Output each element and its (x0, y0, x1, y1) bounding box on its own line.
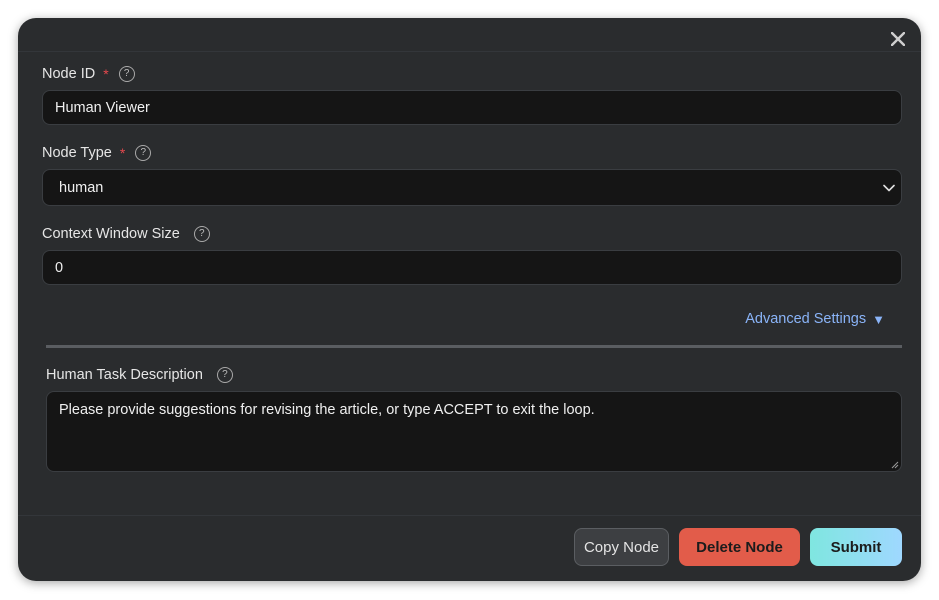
advanced-settings-label: Advanced Settings (745, 311, 867, 327)
help-icon[interactable]: ? (193, 226, 210, 242)
context-window-label: Context Window Size ? (42, 226, 210, 242)
close-button[interactable] (887, 28, 909, 50)
resize-grip-icon[interactable] (891, 461, 899, 469)
required-marker: * (103, 66, 109, 82)
node-id-label: Node ID * ? (42, 66, 135, 82)
node-id-value: Human Viewer (55, 99, 150, 116)
copy-node-button[interactable]: Copy Node (574, 528, 669, 566)
triangle-down-icon: ▼ (872, 311, 885, 327)
node-type-label: Node Type * ? (42, 145, 152, 161)
help-icon[interactable]: ? (135, 145, 152, 161)
human-task-textarea[interactable]: Please provide suggestions for revising … (46, 391, 902, 472)
help-icon[interactable]: ? (118, 66, 135, 82)
human-task-label-text: Human Task Description (46, 367, 203, 383)
context-window-label-text: Context Window Size (42, 226, 180, 242)
dialog-footer: Copy Node Delete Node Submit (18, 515, 921, 581)
node-type-selected-value: human (59, 179, 104, 196)
context-window-value: 0 (55, 259, 64, 276)
dialog-header (18, 18, 921, 52)
delete-node-button[interactable]: Delete Node (679, 528, 800, 566)
node-type-label-text: Node Type (42, 145, 112, 161)
human-task-label: Human Task Description ? (46, 367, 233, 383)
chevron-down-icon (883, 184, 895, 192)
node-id-label-text: Node ID (42, 66, 96, 82)
node-type-select[interactable]: human (42, 169, 902, 206)
node-edit-dialog: Node ID * ? Human Viewer Node Type * ? h… (18, 18, 921, 581)
section-divider (46, 345, 902, 348)
human-task-value: Please provide suggestions for revising … (59, 402, 595, 418)
required-marker: * (119, 145, 126, 161)
help-icon[interactable]: ? (216, 367, 233, 383)
close-icon (891, 32, 905, 46)
node-id-input[interactable]: Human Viewer (42, 90, 902, 125)
advanced-settings-toggle[interactable]: Advanced Settings ▼ (745, 311, 885, 327)
submit-button[interactable]: Submit (810, 528, 902, 566)
context-window-input[interactable]: 0 (42, 250, 902, 285)
